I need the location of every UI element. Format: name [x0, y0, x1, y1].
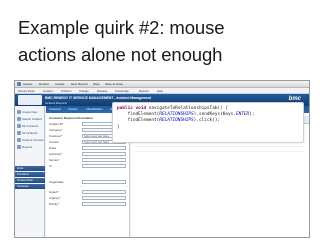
nav-section-create-other[interactable]: Create Other Requests	[15, 178, 45, 187]
toolbar-decline[interactable]: Decline	[39, 82, 49, 86]
nav-incident-console[interactable]: Incident Console	[17, 138, 44, 144]
menu-problem[interactable]: Problem	[61, 89, 71, 93]
field-label: Incident ID*	[49, 122, 64, 126]
slide-title-line-2: actions alone not enough	[18, 44, 223, 65]
search-icon	[17, 117, 21, 122]
menu-reports[interactable]: Reports	[139, 89, 149, 93]
toolbar-save-close[interactable]: Save & Close	[105, 82, 123, 86]
code-line-1: public void navigateToRelationshipsTab()…	[117, 106, 229, 111]
toolbar-save[interactable]: Save	[93, 82, 100, 86]
nav-section-links[interactable]: Links	[15, 166, 45, 171]
create-icon	[17, 110, 21, 115]
slide-title: Example quirk #2: mouse actions alone no…	[18, 14, 308, 68]
toolbar-cancel[interactable]: Cancel	[55, 82, 64, 86]
code-line-3: findElement(RELATIONSHIPS).click();	[117, 118, 221, 124]
nav-create-new[interactable]: Create New	[17, 110, 44, 116]
service-field[interactable]	[82, 158, 126, 162]
tab-customer[interactable]: Customer	[49, 107, 61, 111]
summary-field[interactable]	[82, 152, 126, 156]
field-label: Impact*	[49, 190, 59, 194]
field-label: Service*	[49, 158, 60, 162]
nav-search-incident[interactable]: Search Incident	[17, 117, 44, 123]
field-label: Customer*	[49, 134, 63, 138]
field-label: CI	[49, 164, 52, 168]
field-label: Company*	[49, 128, 63, 132]
menu-change[interactable]: Change	[79, 89, 89, 93]
header-subtitle: Incident Request	[45, 101, 67, 105]
field-label: Target Date	[49, 180, 64, 184]
tab-contact[interactable]: Contact	[68, 107, 78, 111]
impact-field[interactable]	[82, 190, 126, 194]
priority-field[interactable]	[82, 202, 126, 206]
toolbar-next-record[interactable]: Next Record	[71, 82, 88, 86]
code-line-2: findElement(RELATIONSHIPS).sendKeys(Keys…	[117, 112, 255, 118]
menu-incident[interactable]: Incident	[43, 89, 53, 93]
table-row	[134, 148, 304, 152]
menu-help[interactable]: Help	[157, 89, 163, 93]
menu-service-desk[interactable]: Service Desk	[18, 89, 34, 93]
field-label: Notes	[49, 146, 57, 150]
slide-title-line-1: Example quirk #2: mouse	[18, 17, 225, 38]
list-icon	[17, 131, 21, 136]
field-label: Contact	[49, 140, 59, 144]
toolbar: Accept Decline Cancel Next Record Save S…	[15, 81, 309, 88]
app-logo-icon	[18, 95, 42, 105]
nav-my-incidents[interactable]: My Incidents	[17, 124, 44, 130]
field-label: Priority*	[49, 202, 59, 206]
notes-field[interactable]	[82, 146, 126, 150]
folder-icon	[17, 124, 21, 129]
menu-knowledge[interactable]: Knowledge	[115, 89, 129, 93]
form-title: Customer Request Information	[49, 116, 94, 120]
target-date-field[interactable]	[82, 180, 126, 184]
nav-section-functions[interactable]: Functions	[15, 172, 45, 177]
tab-classification[interactable]: Classification	[86, 107, 102, 111]
ci-field[interactable]	[82, 164, 126, 168]
table-row	[134, 143, 304, 147]
navigation-panel: Create New Search Incident My Incidents …	[15, 106, 45, 237]
nav-all-incidents[interactable]: All Incidents	[17, 131, 44, 137]
menu-release[interactable]: Release	[97, 89, 107, 93]
field-label: Summary*	[49, 152, 63, 156]
report-icon	[17, 145, 21, 150]
urgency-field[interactable]	[82, 196, 126, 200]
console-icon	[17, 138, 21, 143]
code-snippet: public void navigateToRelationshipsTab()…	[112, 102, 304, 143]
accept-icon[interactable]	[17, 82, 21, 86]
nav-section-consoles[interactable]: Consoles	[15, 184, 45, 189]
field-label: Urgency*	[49, 196, 61, 200]
nav-reports[interactable]: Reports	[17, 145, 44, 151]
header-title: BMC REMEDY IT SERVICE MANAGEMENT - Incid…	[45, 96, 152, 100]
toolbar-accept[interactable]: Accept	[23, 82, 32, 86]
code-line-4: }	[117, 124, 120, 130]
